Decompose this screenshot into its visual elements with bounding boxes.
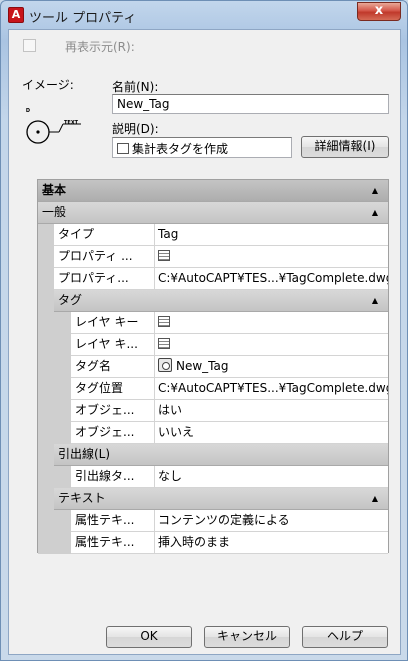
property-value[interactable]: Tag [155,224,388,246]
category-leader-label: 引出線(L) [58,447,111,461]
regen-label: 再表示元(R): [65,40,135,54]
collapse-icon[interactable]: ▲ [372,290,378,311]
property-row[interactable]: 属性テキ... コンテンツの定義による [38,510,388,532]
property-name: 属性テキ... [71,532,155,554]
category-general-label: 一般 [42,205,67,219]
window-title: ツール プロパティ [29,11,137,26]
collapse-icon[interactable]: ▲ [372,180,378,201]
close-button[interactable]: x [357,2,401,21]
table-icon [158,250,170,261]
cancel-button[interactable]: キャンセル [204,626,290,648]
property-row[interactable]: レイヤ キー [38,312,388,334]
property-row[interactable]: プロパティ... C:¥AutoCAPT¥TES...¥TagComplete.… [38,268,388,290]
property-row[interactable]: プロパティ ... [38,246,388,268]
property-row[interactable]: タグ名 New_Tag [38,356,388,378]
property-name: 引出線タ... [71,466,155,488]
collapse-icon[interactable]: ▲ [372,202,378,223]
property-row[interactable]: 属性テキ... 挿入時のまま [38,532,388,554]
name-label: 名前(N): [112,80,159,94]
property-name: レイヤ キー [71,312,155,334]
property-row[interactable]: オブジェ... はい [38,400,388,422]
property-name: プロパティ... [54,268,155,290]
category-basic-label: 基本 [42,183,67,197]
details-button[interactable]: 詳細情報(I) [301,136,389,158]
property-value[interactable]: いいえ [155,422,388,444]
title-bar[interactable]: A ツール プロパティ x [1,1,407,29]
property-row[interactable]: 引出線タ... なし [38,466,388,488]
tag-preview-sub-text: D [25,108,31,114]
property-name: プロパティ ... [54,246,155,268]
collapse-icon[interactable]: ▲ [372,488,378,509]
property-value-icon-cell[interactable] [155,312,388,334]
property-value[interactable]: なし [155,466,388,488]
property-value[interactable]: C:¥AutoCAPT¥TES...¥TagComplete.dwg [155,378,388,400]
category-text[interactable]: テキスト ▲ [54,488,388,510]
description-label: 説明(D): [112,122,159,136]
category-tag-label: タグ [58,293,83,307]
category-basic[interactable]: 基本 ▲ [38,180,388,202]
tag-preview-text: TEXT [64,120,79,126]
property-value[interactable]: はい [155,400,388,422]
property-value-icon-cell[interactable] [155,334,388,356]
property-name: オブジェ... [71,400,155,422]
tag-icon [158,358,172,372]
regen-checkbox[interactable] [23,39,36,52]
property-name: オブジェ... [71,422,155,444]
ok-button[interactable]: OK [106,626,192,648]
image-label: イメージ: [22,78,74,92]
property-row[interactable]: タイプ Tag [38,224,388,246]
property-row[interactable]: オブジェ... いいえ [38,422,388,444]
property-name: タグ名 [71,356,155,378]
name-field[interactable]: New_Tag [112,94,389,114]
description-field[interactable]: 集計表タグを作成 [112,137,292,158]
category-tag[interactable]: タグ ▲ [54,290,388,312]
category-general[interactable]: 一般 ▲ [38,202,388,224]
property-name: タイプ [54,224,155,246]
description-value: 集計表タグを作成 [132,142,229,156]
category-leader[interactable]: 引出線(L) [54,444,388,466]
tag-symbol-icon [26,120,81,144]
property-value[interactable]: 挿入時のまま [155,532,388,554]
property-value[interactable]: コンテンツの定義による [155,510,388,532]
property-row[interactable]: タグ位置 C:¥AutoCAPT¥TES...¥TagComplete.dwg [38,378,388,400]
property-value[interactable]: C:¥AutoCAPT¥TES...¥TagComplete.dwg [155,268,388,290]
autocad-app-icon: A [8,7,24,23]
property-name: レイヤ キ... [71,334,155,356]
table-icon [158,338,170,349]
description-icon [117,143,129,154]
property-name: タグ位置 [71,378,155,400]
property-value-icon-cell[interactable] [155,246,388,268]
tool-properties-window: A ツール プロパティ x 再表示元(R): イメージ: D TEXT 名前(N… [0,0,408,661]
dialog-client-area: 再表示元(R): イメージ: D TEXT 名前(N): New_Tag 説明(… [8,29,401,655]
property-name: 属性テキ... [71,510,155,532]
category-text-label: テキスト [58,491,106,505]
tag-preview-image: D TEXT [23,108,87,150]
property-grid: 基本 ▲ 一般 ▲ タイプ Tag プロパティ ... プロパティ... C:¥… [37,179,389,554]
property-row[interactable]: レイヤ キ... [38,334,388,356]
table-icon [158,316,170,327]
help-button[interactable]: ヘルプ [302,626,388,648]
property-value-with-icon[interactable]: New_Tag [155,356,388,378]
